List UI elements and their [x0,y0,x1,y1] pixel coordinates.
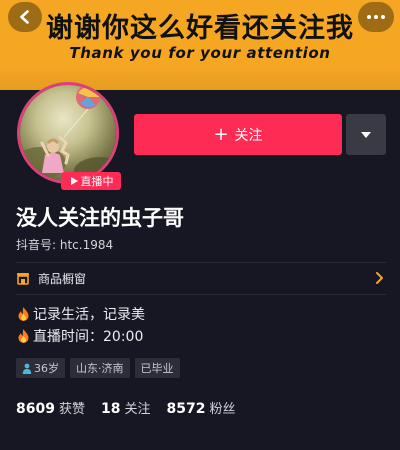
bio-line-2: 直播时间：20:00 [16,326,143,346]
likes-stat[interactable]: 8609 获赞 [16,398,85,417]
profile-stats: 8609 获赞 18 关注 8572 粉丝 [16,398,235,417]
more-dots-icon [367,15,385,19]
back-button[interactable] [8,2,42,32]
fire-icon [18,329,29,343]
play-icon [70,177,78,185]
person-icon [22,363,32,374]
triangle-down-icon [361,131,371,138]
recommend-dropdown-button[interactable] [346,114,386,155]
douyin-id: 抖音号: htc.1984 [16,238,114,252]
bio-text-1: 记录生活，记录美 [33,307,145,323]
following-label: 关注 [124,402,151,417]
age-tag: 36岁 [16,358,65,378]
followers-count: 8572 [166,401,206,417]
followers-label: 粉丝 [209,402,236,417]
shop-icon [17,273,29,285]
chevron-right-icon [376,272,383,284]
avatar-photo [20,85,116,181]
education-tag-label: 已毕业 [140,362,174,375]
location-tag-label: 山东·济南 [76,362,124,375]
shop-window-row[interactable]: 商品橱窗 [16,263,386,293]
more-button[interactable] [358,2,394,32]
followers-stat[interactable]: 8572 粉丝 [166,398,235,417]
location-tag: 山东·济南 [70,358,130,378]
likes-count: 8609 [16,401,55,417]
profile-tags: 36岁 山东·济南 已毕业 [16,358,180,378]
avatar[interactable] [17,82,119,184]
following-count: 18 [100,401,121,417]
follow-button-label: 关注 [234,127,263,144]
fire-icon [18,307,29,321]
divider-bottom [16,294,386,295]
bio-line-1: 记录生活，记录美 [16,304,145,324]
profile-banner: 谢谢你这么好看还关注我 Thank you for your attention [0,0,400,90]
live-status-badge[interactable]: 直播中 [61,172,121,190]
chevron-left-icon [20,10,29,24]
plus-icon: + [213,123,229,145]
nickname: 没人关注的虫子哥 [16,206,184,230]
bio-text-2: 直播时间：20:00 [33,329,144,345]
live-badge-label: 直播中 [80,175,114,188]
likes-label: 获赞 [58,402,85,417]
following-stat[interactable]: 18 关注 [101,398,151,417]
follow-button[interactable]: + 关注 [134,114,342,155]
shop-window-label: 商品橱窗 [38,271,87,286]
banner-subtitle: Thank you for your attention [69,44,331,62]
banner-title: 谢谢你这么好看还关注我 [46,13,354,44]
education-tag: 已毕业 [134,358,180,378]
age-tag-label: 36岁 [34,362,59,375]
